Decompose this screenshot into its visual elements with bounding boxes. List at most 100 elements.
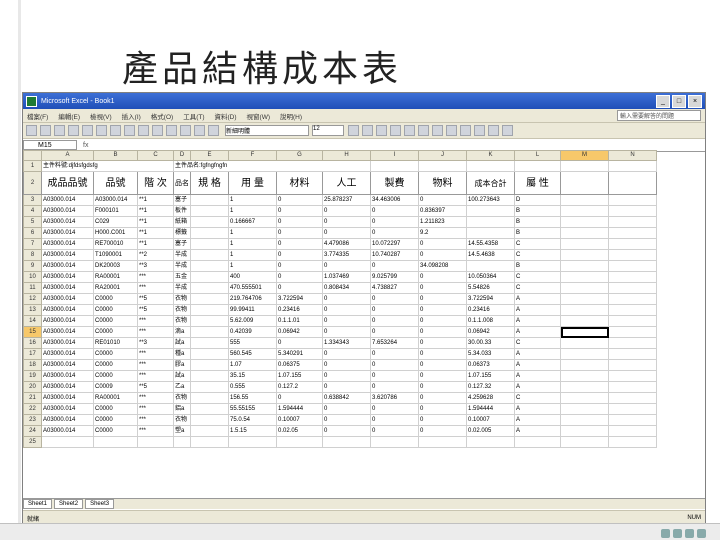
save-icon[interactable] — [54, 125, 65, 136]
cell[interactable]: 0.06942 — [466, 326, 515, 338]
column-header[interactable]: A — [41, 150, 94, 161]
cell[interactable]: 560.545 — [228, 348, 277, 360]
row-number[interactable]: 9 — [23, 260, 42, 272]
row-number[interactable]: 25 — [23, 436, 42, 448]
cell[interactable]: A03000.014 — [41, 293, 94, 305]
cell[interactable]: 100.273643 — [466, 194, 515, 206]
cell[interactable]: 9.2 — [418, 227, 467, 239]
cell[interactable]: A03000.014 — [41, 370, 94, 382]
column-header[interactable]: K — [466, 150, 515, 161]
cell[interactable]: 0 — [370, 260, 419, 272]
cell[interactable]: A03000.014 — [41, 260, 94, 272]
cell[interactable]: 0.42039 — [228, 326, 277, 338]
copy-icon[interactable] — [124, 125, 135, 136]
main-part-number[interactable]: 主件料號:djfdsfgdsfg — [41, 160, 174, 172]
cell[interactable] — [608, 260, 657, 272]
cell[interactable] — [190, 348, 229, 360]
cell[interactable]: 半成 — [173, 282, 191, 294]
cell[interactable]: **3 — [137, 337, 174, 349]
cell[interactable] — [276, 436, 323, 448]
cell[interactable]: 9.025799 — [370, 271, 419, 283]
cell[interactable]: 5.62.009 — [228, 315, 277, 327]
cell[interactable]: 0.06373 — [466, 359, 515, 371]
cell[interactable]: 14.55.4358 — [466, 238, 515, 250]
cell[interactable]: *** — [137, 425, 174, 437]
cell[interactable]: 0 — [322, 403, 371, 415]
cell[interactable]: A03000.014 — [41, 381, 94, 393]
cell[interactable]: 0.06942 — [276, 326, 323, 338]
cell[interactable] — [137, 436, 174, 448]
cell[interactable]: C — [514, 337, 561, 349]
cell[interactable]: 1.5.15 — [228, 425, 277, 437]
cell[interactable]: A — [514, 403, 561, 415]
cell[interactable] — [190, 337, 229, 349]
cell[interactable] — [560, 370, 609, 382]
cell[interactable] — [560, 238, 609, 250]
cell[interactable] — [608, 238, 657, 250]
fx-icon[interactable]: fx — [83, 142, 88, 149]
cell[interactable]: *** — [137, 348, 174, 360]
cell[interactable]: **1 — [137, 194, 174, 206]
cell[interactable]: 5.34.033 — [466, 348, 515, 360]
cell[interactable] — [466, 260, 515, 272]
cell[interactable]: 0 — [322, 370, 371, 382]
cell[interactable]: 0.638842 — [322, 392, 371, 404]
cell[interactable] — [190, 249, 229, 261]
cell[interactable]: RE01010 — [93, 337, 138, 349]
cell[interactable]: C0000 — [93, 293, 138, 305]
column-header[interactable]: E — [190, 150, 229, 161]
fill-color-icon[interactable] — [488, 125, 499, 136]
cell[interactable] — [608, 436, 657, 448]
column-header[interactable]: D — [173, 150, 191, 161]
cell[interactable]: 35.15 — [228, 370, 277, 382]
tray-icon[interactable] — [697, 529, 706, 538]
cell[interactable]: 0 — [276, 337, 323, 349]
cell[interactable]: 0 — [418, 282, 467, 294]
cell[interactable]: 1.594444 — [466, 403, 515, 415]
cell[interactable]: 1.037469 — [322, 271, 371, 283]
cell[interactable]: 半成 — [173, 249, 191, 261]
cell[interactable] — [608, 326, 657, 338]
cell[interactable]: C0000 — [93, 403, 138, 415]
cell[interactable] — [608, 205, 657, 217]
cell[interactable]: A03000.014 — [41, 238, 94, 250]
cell[interactable]: 試a — [173, 370, 191, 382]
cell[interactable] — [190, 381, 229, 393]
cell[interactable] — [93, 436, 138, 448]
cell[interactable]: 0 — [418, 337, 467, 349]
cell[interactable]: 34.098208 — [418, 260, 467, 272]
cell[interactable]: 種a — [173, 348, 191, 360]
cell[interactable]: **5 — [137, 304, 174, 316]
sort-icon[interactable] — [180, 125, 191, 136]
cell[interactable]: A03000.014 — [41, 249, 94, 261]
cell[interactable]: 0 — [370, 326, 419, 338]
cell[interactable]: 板件 — [173, 205, 191, 217]
cell[interactable] — [41, 436, 94, 448]
row-number[interactable]: 22 — [23, 403, 42, 415]
cell[interactable]: 1.594444 — [276, 403, 323, 415]
cell[interactable]: 400 — [228, 271, 277, 283]
cell[interactable] — [560, 271, 609, 283]
cell[interactable]: A — [514, 381, 561, 393]
cell[interactable] — [608, 293, 657, 305]
cell[interactable]: C — [514, 392, 561, 404]
cell[interactable]: 0.02.005 — [466, 425, 515, 437]
cell[interactable]: 1 — [228, 227, 277, 239]
cell[interactable] — [560, 337, 609, 349]
cell[interactable]: 衣物 — [173, 293, 191, 305]
cell[interactable]: 0 — [418, 370, 467, 382]
cell[interactable]: 0 — [370, 293, 419, 305]
cell[interactable]: 0.555 — [228, 381, 277, 393]
cell[interactable] — [190, 425, 229, 437]
cell[interactable]: A03000.014 — [41, 392, 94, 404]
cell[interactable] — [608, 282, 657, 294]
row-number[interactable]: 1 — [23, 160, 42, 172]
cell[interactable]: 5.54826 — [466, 282, 515, 294]
cell[interactable] — [190, 216, 229, 228]
align-left-icon[interactable] — [390, 125, 401, 136]
cell[interactable] — [190, 227, 229, 239]
cell[interactable]: 0 — [322, 381, 371, 393]
cell[interactable]: 0 — [418, 315, 467, 327]
cell[interactable]: 0.127.32 — [466, 381, 515, 393]
header-cell[interactable]: 規 格 — [190, 171, 229, 195]
